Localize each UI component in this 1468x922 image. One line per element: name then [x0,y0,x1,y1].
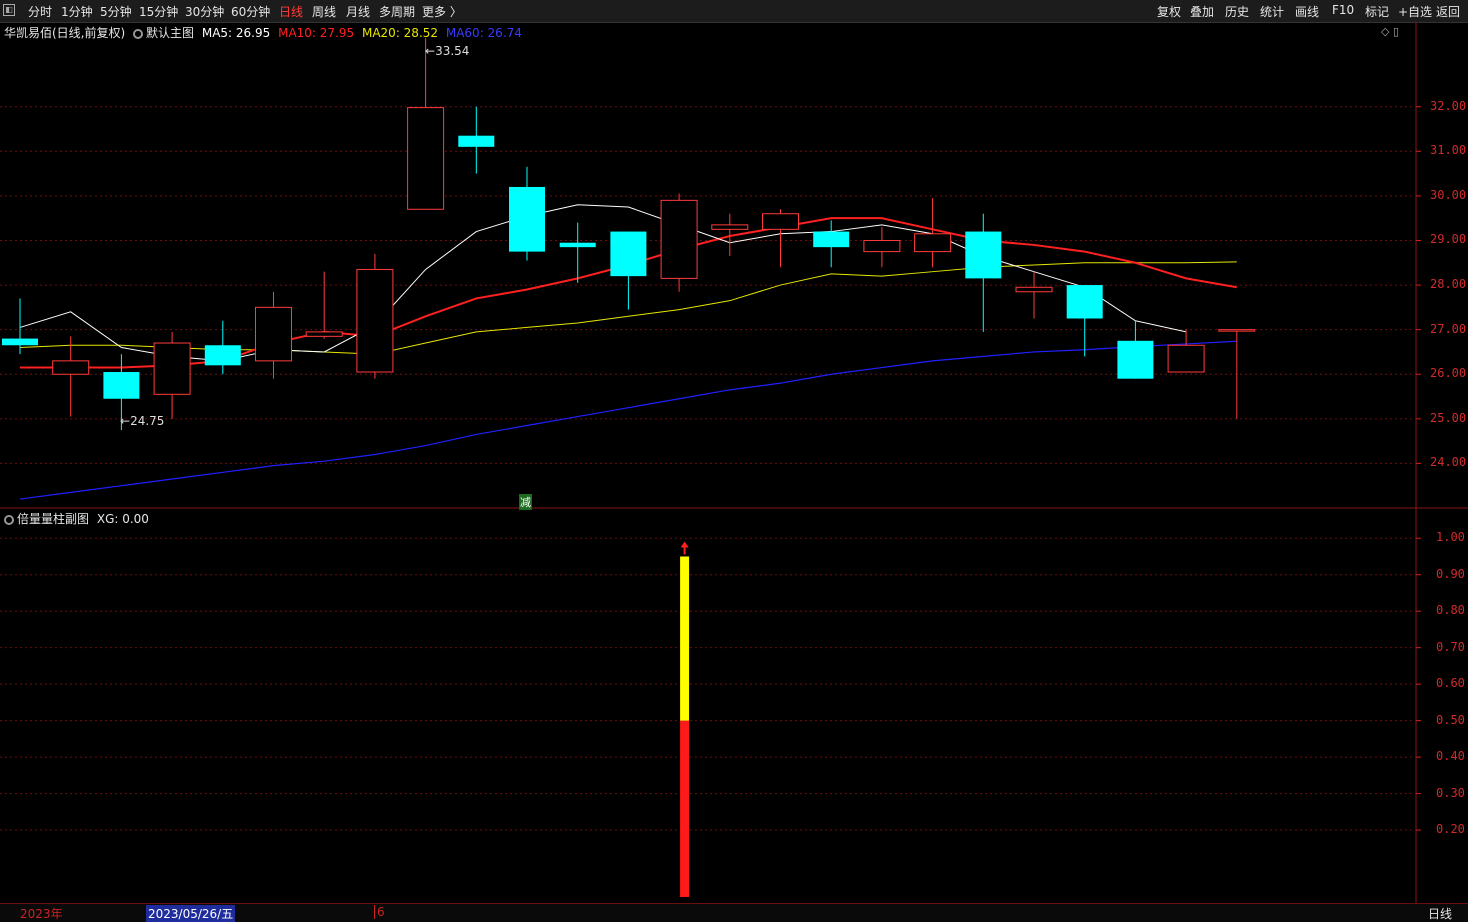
indicator-selector[interactable]: ● 默认主图 [133,26,198,40]
high-annotation: ←33.54 [425,44,470,58]
candle-body [813,231,850,248]
settings-circle-icon[interactable]: ● [4,514,14,525]
price-tick-label: 30.00 [1430,187,1467,202]
low-annotation: ←24.75 [120,414,165,428]
window-icon[interactable]: ▯ [1393,25,1399,38]
sub-tick-label: 0.20 [1436,822,1465,837]
stock-title: 华凯易佰(日线,前复权) [4,26,126,40]
sub-tick-label: 0.70 [1436,639,1465,654]
candle-body [356,268,394,373]
candle-body [1218,329,1256,332]
sub-info-bar: ● 倍量量柱副图 XG: 0.00 [4,510,149,527]
price-tick-label: 27.00 [1430,321,1467,336]
candle-body [103,372,140,399]
candle-body [153,342,191,395]
indicator-name: 默认主图 [146,26,195,40]
settings-circle-icon[interactable]: ● [133,28,144,39]
candle-body [660,199,698,279]
price-tick-label: 25.00 [1430,410,1467,425]
price-tick-label: 31.00 [1430,143,1467,158]
low-price-label: 24.75 [130,414,165,428]
volume-bar-yellow [680,556,690,721]
candle-body [863,239,901,253]
candle-body [255,306,292,362]
sub-tick-label: 0.90 [1436,566,1465,581]
candle-body [407,107,445,210]
period-label: 日线 [1428,907,1453,921]
sub-tick-label: 0.40 [1436,749,1465,764]
price-tick-label: 28.00 [1430,277,1467,292]
candle-body [1117,340,1154,379]
sub-tick-label: 1.00 [1436,530,1465,545]
up-arrow-head-icon [680,541,689,548]
high-price-label: 33.54 [435,44,470,58]
volume-bar-red [680,720,690,897]
ma5-line [19,204,1187,362]
candle-body [1167,344,1205,373]
candle-body [1015,286,1053,293]
sub-tick-label: 0.60 [1436,676,1465,691]
year-label: 2023年 [20,907,63,921]
ma20-label: MA20: 28.52 [361,26,439,40]
ma60-label: MA60: 26.74 [445,26,522,40]
candle-body [458,135,495,147]
month-marker: 6 [374,905,385,919]
diamond-icon[interactable]: ◇ [1381,25,1389,38]
candle-body [52,360,90,375]
sub-tick-label: 0.50 [1436,712,1465,727]
sub-title: 倍量量柱副图 [17,512,90,526]
price-tick-label: 24.00 [1430,455,1467,470]
price-tick-label: 29.00 [1430,232,1467,247]
panel-controls: ◇ ▯ [1381,25,1399,38]
candle-body [509,186,545,252]
candle-body [204,345,241,366]
candle-body [762,213,799,230]
ma60-line [19,340,1237,500]
candle-body [610,231,647,277]
candle-body [1066,285,1103,319]
kline-chart[interactable] [0,0,1468,921]
candle-body [711,224,749,230]
sub-tick-label: 0.30 [1436,785,1465,800]
candle-body [305,331,343,337]
candle-body [559,242,596,248]
reduce-marker: 减 [519,494,532,510]
date-bar: 2023年 2023/05/26/五 6 日线 [0,903,1468,922]
main-info-bar: 华凯易佰(日线,前复权) ● 默认主图 MA5: 26.95 MA10: 27.9… [4,24,522,41]
selected-date: 2023/05/26/五 [146,905,236,922]
ma10-label: MA10: 27.95 [278,26,355,40]
sub-tick-label: 0.80 [1436,603,1465,618]
xg-value-label: XG: 0.00 [96,512,149,526]
candle-body [965,231,1002,279]
candle-body [2,338,38,346]
price-tick-label: 32.00 [1430,98,1467,113]
price-tick-label: 26.00 [1430,366,1467,381]
ma5-label: MA5: 26.95 [201,26,271,40]
candle-body [914,233,952,253]
